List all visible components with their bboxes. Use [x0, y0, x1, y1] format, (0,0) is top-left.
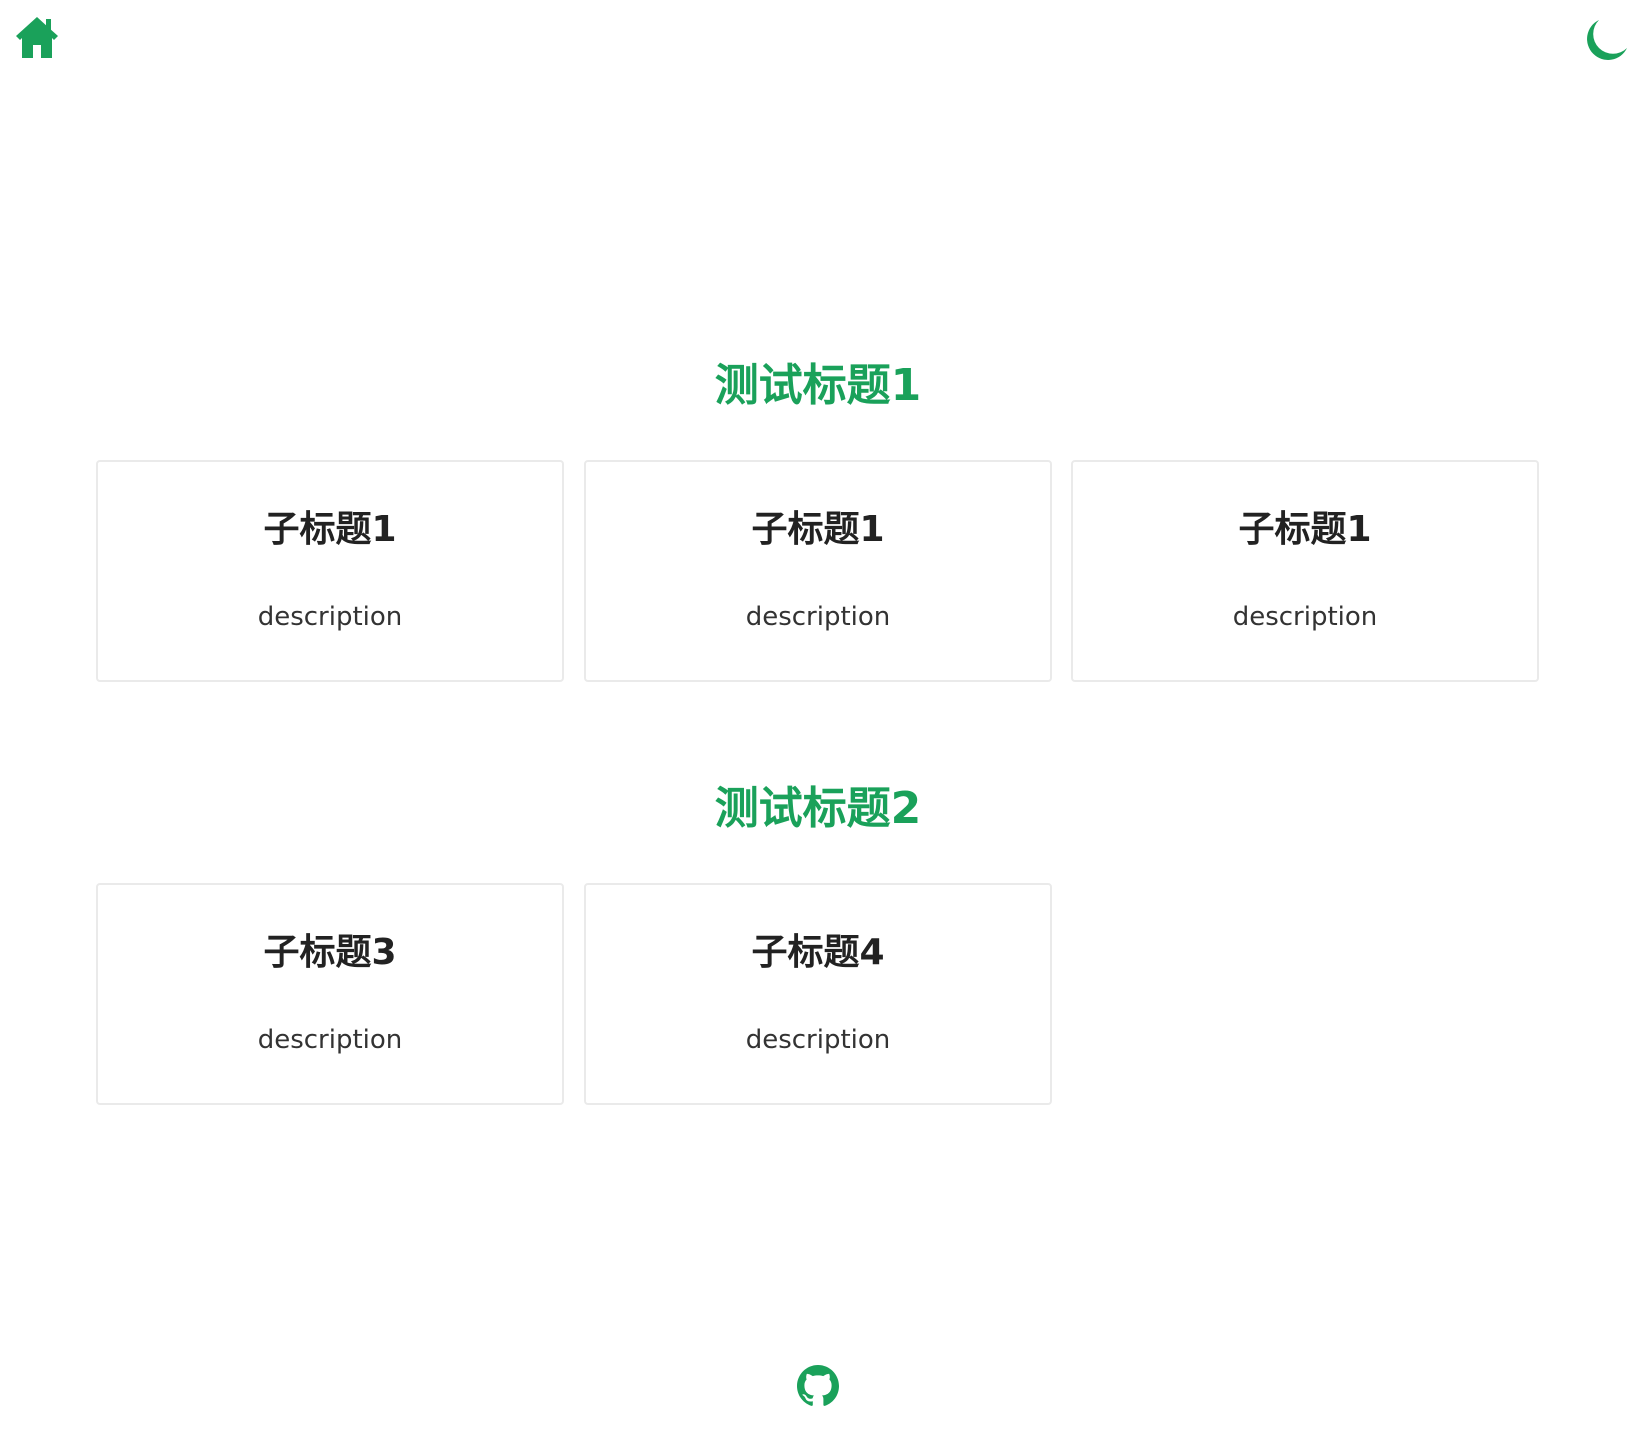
card-title: 子标题1: [263, 509, 397, 550]
card-title: 子标题3: [263, 932, 397, 973]
page: 测试标题1 子标题1 description 子标题1 description …: [0, 0, 1636, 1446]
card[interactable]: 子标题1 description: [1071, 460, 1539, 682]
github-icon: [797, 1365, 839, 1406]
card[interactable]: 子标题4 description: [584, 883, 1052, 1105]
card[interactable]: 子标题1 description: [584, 460, 1052, 682]
section-title: 测试标题2: [714, 783, 922, 834]
card[interactable]: 子标题3 description: [96, 883, 564, 1105]
home-icon: [16, 17, 58, 58]
moon-icon: [1587, 20, 1627, 60]
card[interactable]: 子标题1 description: [96, 460, 564, 682]
section-title: 测试标题1: [714, 360, 922, 411]
theme-toggle-button[interactable]: [1582, 17, 1630, 65]
card-description: description: [1232, 602, 1378, 632]
card-description: description: [745, 602, 891, 632]
card-title: 子标题4: [751, 932, 885, 973]
card-title: 子标题1: [751, 509, 885, 550]
card-title: 子标题1: [1238, 509, 1372, 550]
github-link[interactable]: [797, 1364, 839, 1408]
card-description: description: [745, 1025, 891, 1055]
card-description: description: [257, 1025, 403, 1055]
card-description: description: [257, 602, 403, 632]
home-button[interactable]: [14, 14, 60, 60]
